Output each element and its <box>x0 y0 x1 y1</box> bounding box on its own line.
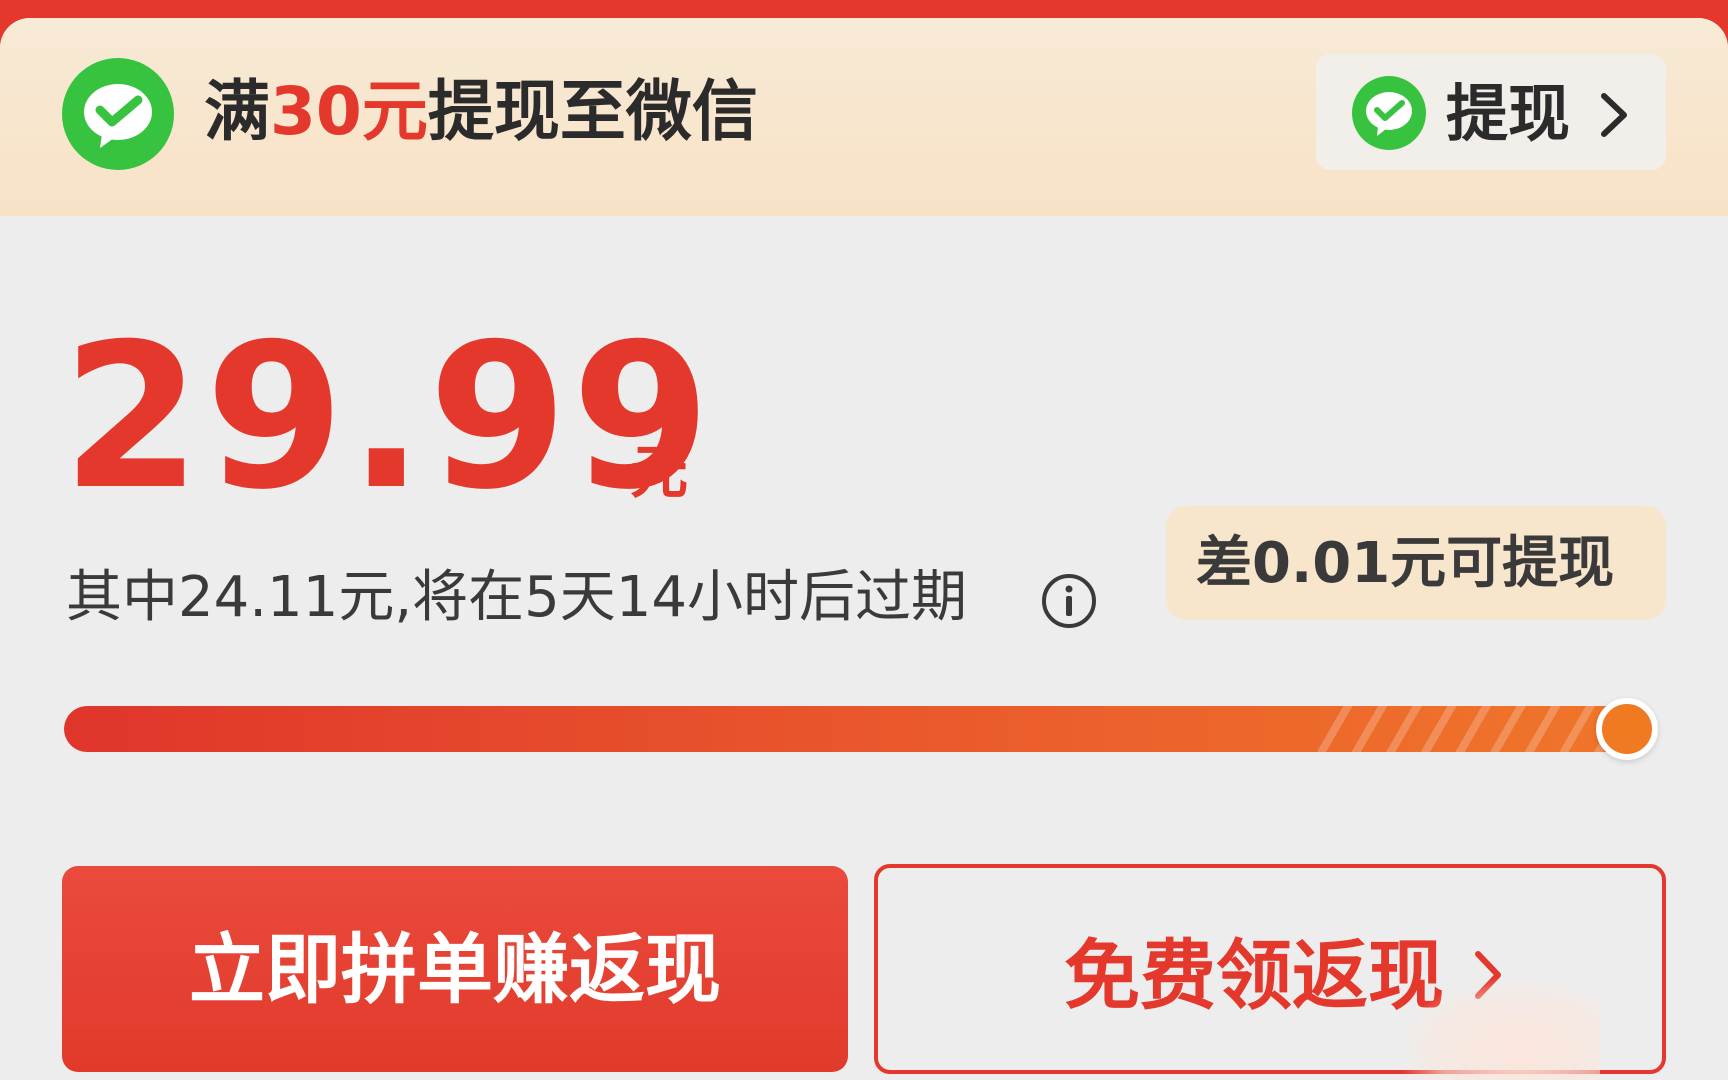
progress-knob <box>1596 698 1658 760</box>
withdraw-banner: 满30元提现至微信 提现 <box>0 18 1728 216</box>
wechat-icon <box>62 58 174 170</box>
withdraw-button[interactable]: 提现 <box>1316 54 1666 170</box>
chevron-right-icon <box>1475 951 1501 999</box>
progress-fill <box>64 706 1658 752</box>
info-icon[interactable] <box>1040 572 1098 630</box>
withdraw-progress-bar <box>64 706 1658 752</box>
start-group-order-label: 立即拼单赚返现 <box>189 925 721 1014</box>
balance-amount: 29.99 <box>62 301 715 534</box>
withdraw-button-label: 提现 <box>1446 77 1571 150</box>
withdraw-rule-text: 满30元提现至微信 <box>204 73 758 150</box>
free-cashback-button[interactable]: 免费领返现 <box>874 864 1666 1074</box>
withdraw-card: 满30元提现至微信 提现 29.99 元 其中24.11元,将在5天14小时后过… <box>0 18 1728 1080</box>
wechat-icon <box>1352 76 1426 150</box>
diff-badge-text: 差0.01元可提现 <box>1196 531 1615 596</box>
rule-threshold: 30元 <box>270 73 428 150</box>
chevron-right-icon <box>1601 93 1627 137</box>
balance-unit: 元 <box>630 438 689 506</box>
diff-badge: 差0.01元可提现 <box>1166 506 1666 620</box>
rule-prefix: 满 <box>204 73 270 150</box>
expire-notice: 其中24.11元,将在5天14小时后过期 <box>66 565 968 630</box>
start-group-order-button[interactable]: 立即拼单赚返现 <box>62 866 848 1072</box>
free-cashback-label: 免费领返现 <box>1064 931 1444 1020</box>
rule-suffix: 提现至微信 <box>427 73 758 150</box>
